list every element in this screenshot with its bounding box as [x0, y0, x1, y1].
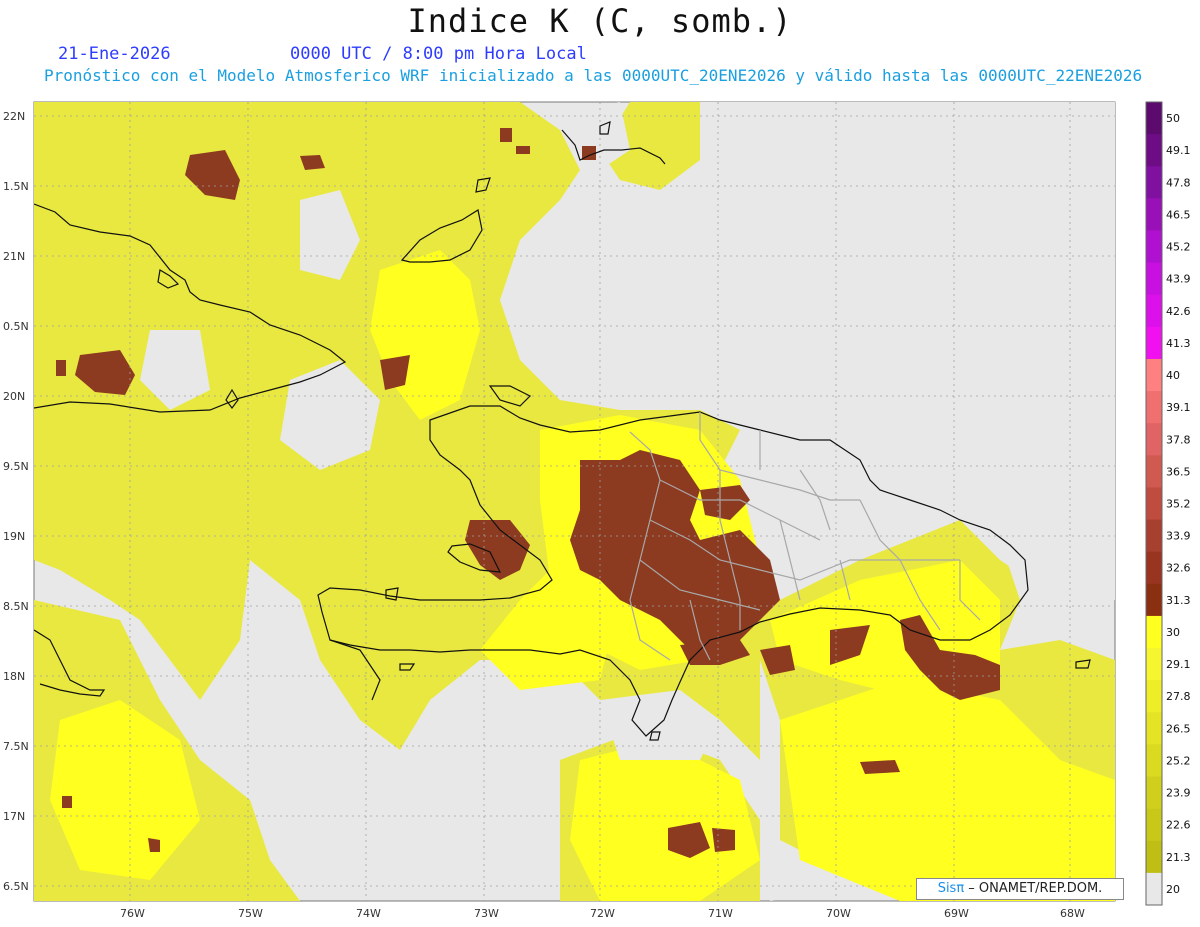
colorbar-label: 47.8	[1166, 176, 1191, 189]
lat-label: 20N	[3, 390, 25, 403]
colorbar-label: 36.5	[1166, 465, 1191, 478]
lat-label: 1.5N	[3, 180, 29, 193]
colorbar-label: 30	[1166, 626, 1180, 639]
lon-label: 70W	[826, 907, 851, 920]
colorbar-label: 25.2	[1166, 754, 1191, 767]
colorbar-swatch	[1146, 358, 1162, 392]
lat-label: 9.5N	[3, 460, 29, 473]
colorbar-label: 21.3	[1166, 851, 1191, 864]
k-index-map: 22N 1.5N 21N 0.5N 20N 9.5N 19N 8.5N 18N …	[3, 101, 1191, 920]
colorbar-swatch	[1146, 230, 1162, 264]
colorbar-label: 31.3	[1166, 594, 1191, 607]
colorbar-swatch	[1146, 872, 1162, 906]
colorbar-label: 29.1	[1166, 658, 1191, 671]
latitude-labels: 22N 1.5N 21N 0.5N 20N 9.5N 19N 8.5N 18N …	[3, 110, 29, 893]
colorbar-swatch	[1146, 648, 1162, 681]
lon-label: 75W	[238, 907, 263, 920]
colorbar-swatch	[1146, 519, 1162, 553]
colorbar-swatch	[1146, 198, 1162, 231]
colorbar-swatch	[1146, 744, 1162, 778]
lon-label: 71W	[708, 907, 733, 920]
lon-label: 74W	[356, 907, 381, 920]
colorbar-label: 41.3	[1166, 337, 1191, 350]
colorbar-swatch	[1146, 262, 1162, 296]
longitude-labels: 76W 75W 74W 73W 72W 71W 70W 69W 68W	[120, 907, 1085, 920]
colorbar-swatch	[1146, 840, 1162, 874]
lon-label: 76W	[120, 907, 145, 920]
colorbar-label: 43.9	[1166, 273, 1191, 286]
colorbar-swatch	[1146, 166, 1162, 199]
colorbar-swatch	[1146, 551, 1162, 585]
lat-label: 21N	[3, 250, 25, 263]
colorbar-swatch	[1146, 583, 1162, 617]
lat-label: 17N	[3, 810, 25, 823]
lat-label: 19N	[3, 530, 25, 543]
colorbar-label: 35.2	[1166, 498, 1191, 511]
colorbar-label: 39.1	[1166, 401, 1191, 414]
credit-text: – ONAMET/REP.DOM.	[964, 881, 1103, 896]
colorbar-label: 49.1	[1166, 144, 1191, 157]
colorbar-label: 23.9	[1166, 787, 1191, 800]
colorbar-swatch	[1146, 326, 1162, 360]
colorbar-label: 32.6	[1166, 562, 1191, 575]
colorbar-swatch	[1146, 423, 1162, 456]
lon-label: 73W	[474, 907, 499, 920]
colorbar-swatch	[1146, 102, 1162, 135]
colorbar-label: 46.5	[1166, 208, 1191, 221]
colorbar-label: 20	[1166, 883, 1180, 896]
sis-logo-text: Sisπ	[937, 881, 965, 896]
colorbar-swatch	[1146, 808, 1162, 842]
colorbar-swatch	[1146, 615, 1162, 649]
colorbar-swatch	[1146, 776, 1162, 810]
colorbar-swatch	[1146, 680, 1162, 713]
colorbar-label: 33.9	[1166, 530, 1191, 543]
lat-label: 18N	[3, 670, 25, 683]
lat-label: 6.5N	[3, 880, 29, 893]
lat-label: 7.5N	[3, 740, 29, 753]
colorbar-label: 45.2	[1166, 241, 1191, 254]
colorbar-swatch	[1146, 134, 1162, 167]
lon-label: 68W	[1060, 907, 1085, 920]
credit-box: Sisπ – ONAMET/REP.DOM.	[916, 878, 1124, 900]
colorbar-swatch	[1146, 455, 1162, 488]
colorbar-label: 27.8	[1166, 690, 1191, 703]
lon-label: 69W	[944, 907, 969, 920]
colorbar: 50 49.1 47.8 46.5 45.2 43.9 42.6 41.3 40 39.1 37.8…	[1145, 101, 1191, 906]
lat-label: 22N	[3, 110, 25, 123]
lat-label: 0.5N	[3, 320, 29, 333]
colorbar-label: 22.6	[1166, 819, 1191, 832]
lon-label: 72W	[590, 907, 615, 920]
colorbar-label: 26.5	[1166, 722, 1191, 735]
colorbar-label: 37.8	[1166, 433, 1191, 446]
colorbar-label: 42.6	[1166, 305, 1191, 318]
colorbar-swatch	[1146, 294, 1162, 328]
colorbar-swatch	[1146, 712, 1162, 745]
colorbar-label: 50	[1166, 112, 1180, 125]
colorbar-swatch	[1146, 487, 1162, 521]
colorbar-label: 40	[1166, 369, 1180, 382]
lat-label: 8.5N	[3, 600, 29, 613]
colorbar-swatch	[1146, 391, 1162, 424]
